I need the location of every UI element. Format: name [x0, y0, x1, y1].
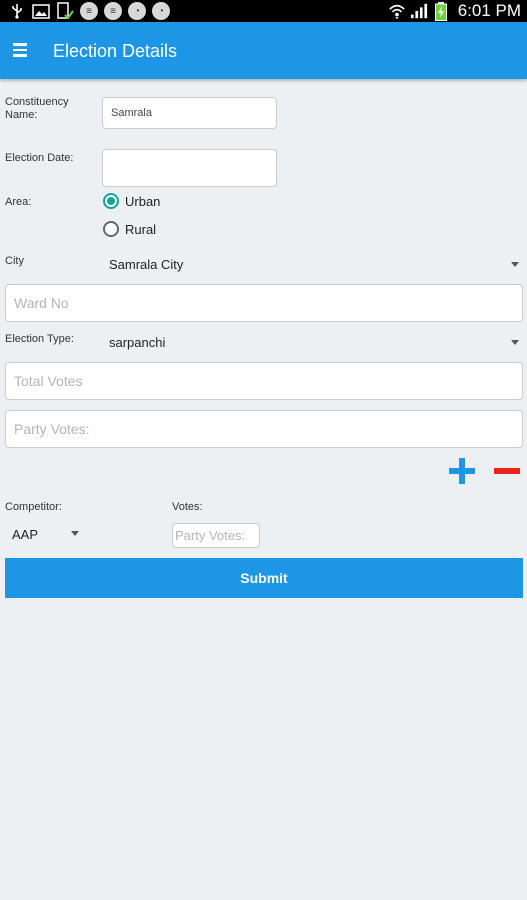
- chevron-down-icon: [511, 340, 519, 345]
- city-value: Samrala City: [109, 256, 184, 272]
- city-label: City: [5, 255, 24, 267]
- radio-rural[interactable]: Rural: [103, 221, 156, 237]
- competitor-votes-input[interactable]: [172, 523, 260, 548]
- party-votes-input[interactable]: [5, 410, 523, 448]
- chevron-down-icon: [71, 531, 79, 536]
- clipboard-check-icon: [56, 2, 74, 20]
- constituency-label-line2: Name:: [5, 109, 38, 121]
- area-label: Area:: [5, 196, 32, 208]
- add-icon[interactable]: [449, 458, 475, 484]
- constituency-label-line1: Constituency: [5, 96, 69, 108]
- radio-rural-label: Rural: [125, 221, 157, 237]
- notification-icon: ◔: [152, 2, 170, 20]
- app-bar: Election Details: [0, 22, 527, 79]
- votes-label: Votes:: [172, 501, 203, 513]
- ward-no-input[interactable]: [5, 284, 523, 322]
- radio-urban-label: Urban: [125, 193, 161, 209]
- status-right-icons: 6:01 PM: [388, 1, 521, 21]
- status-bar: ≡ ≡ ◔ ◔ 6:01 PM: [0, 0, 527, 22]
- submit-button[interactable]: Submit: [5, 558, 523, 598]
- competitor-dropdown[interactable]: AAP: [5, 521, 85, 547]
- election-type-dropdown[interactable]: sarpanchi: [100, 327, 524, 357]
- status-left-icons: ≡ ≡ ◔ ◔: [8, 2, 170, 20]
- usb-icon: [8, 2, 26, 20]
- status-time: 6:01 PM: [457, 1, 521, 20]
- page-title: Election Details: [53, 41, 178, 61]
- constituency-input[interactable]: [102, 97, 277, 129]
- constituency-label: Constituency Name:: [5, 96, 69, 122]
- election-type-value: sarpanchi: [109, 334, 166, 350]
- total-votes-input[interactable]: [5, 362, 523, 400]
- notification-icon: ≡: [104, 2, 122, 20]
- radio-urban[interactable]: Urban: [103, 193, 160, 209]
- radio-unchecked-icon: [103, 221, 119, 237]
- election-type-label: Election Type:: [5, 333, 74, 345]
- competitor-value: AAP: [12, 526, 39, 542]
- election-date-label: Election Date:: [5, 152, 74, 164]
- notification-icon: ◔: [128, 2, 146, 20]
- hamburger-icon[interactable]: [13, 43, 27, 57]
- battery-charging-icon: [432, 1, 450, 21]
- image-icon: [32, 2, 50, 20]
- chevron-down-icon: [511, 262, 519, 267]
- wifi-icon: [388, 2, 406, 20]
- radio-checked-icon: [103, 193, 119, 209]
- city-dropdown[interactable]: Samrala City: [100, 249, 524, 279]
- signal-icon: [410, 2, 428, 20]
- remove-icon[interactable]: [494, 468, 520, 474]
- election-date-input[interactable]: [102, 149, 277, 187]
- competitor-label: Competitor:: [5, 501, 62, 513]
- notification-icon: ≡: [80, 2, 98, 20]
